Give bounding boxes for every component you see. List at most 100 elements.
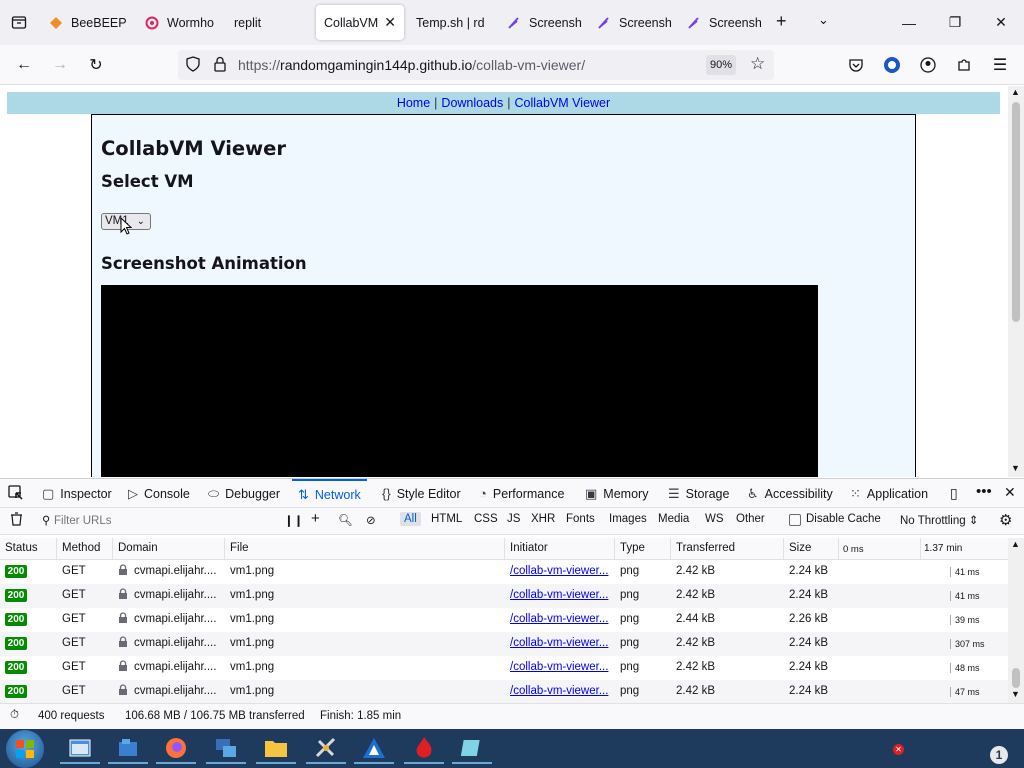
tab-wormhole[interactable]: Wormho xyxy=(144,5,224,40)
page-scrollbar[interactable]: ▲ ▼ xyxy=(1008,86,1024,477)
tab-screenshot-1[interactable]: Screensh xyxy=(506,5,586,40)
scrollbar-thumb[interactable] xyxy=(1012,668,1020,688)
filter-js[interactable]: JS xyxy=(507,513,520,525)
table-row[interactable]: 200 GET cvmapi.elijahr.... vm1.png/collab-v… xyxy=(0,680,1008,703)
network-scrollbar[interactable]: ▲ ▼ xyxy=(1008,538,1024,703)
nav-link-home[interactable]: Home xyxy=(397,96,430,110)
more-options-icon[interactable]: ••• xyxy=(976,483,992,500)
devtools-tab-storage[interactable]: ☰ Storage xyxy=(668,479,729,508)
devtools-tab-performance[interactable]: ◔ Performance xyxy=(479,479,564,508)
minimize-icon[interactable]: — xyxy=(886,0,932,45)
restore-icon[interactable]: ❐ xyxy=(932,0,978,45)
devtools-tab-style-editor[interactable]: {} Style Editor xyxy=(382,479,461,508)
search-icon[interactable]: 🔍︎ xyxy=(338,513,353,527)
col-type[interactable]: Type xyxy=(620,542,645,554)
tab-screenshot-3[interactable]: Screensh xyxy=(686,5,766,40)
zoom-level[interactable]: 90% xyxy=(706,55,737,75)
nav-link-downloads[interactable]: Downloads xyxy=(441,96,503,110)
taskbar-network-app-icon[interactable] xyxy=(206,733,246,764)
cell-initiator[interactable]: /collab-vm-viewer... xyxy=(510,613,610,625)
tab-screenshot-2[interactable]: Screensh xyxy=(596,5,676,40)
forward-icon[interactable]: → xyxy=(46,51,74,79)
devtools-tab-inspector[interactable]: ▢ Inspector xyxy=(42,479,112,508)
filter-fonts[interactable]: Fonts xyxy=(566,513,595,525)
devtools-tab-memory[interactable]: ▣ Memory xyxy=(585,479,648,508)
scroll-up-icon[interactable]: ▲ xyxy=(1011,539,1020,549)
col-file[interactable]: File xyxy=(230,542,249,554)
window-close-icon[interactable]: ✕ xyxy=(978,0,1024,45)
add-icon[interactable]: + xyxy=(311,510,320,527)
devtools-tab-accessibility[interactable]: ♿ Accessibility xyxy=(747,479,833,508)
cell-initiator[interactable]: /collab-vm-viewer... xyxy=(510,637,610,649)
new-tab-icon[interactable]: + xyxy=(776,11,787,32)
filter-media[interactable]: Media xyxy=(658,513,689,525)
nav-link-viewer[interactable]: CollabVM Viewer xyxy=(515,96,611,110)
url-text[interactable]: https://randomgamingin144p.github.io/col… xyxy=(238,57,585,73)
devtools-tab-debugger[interactable]: ⬭ Debugger xyxy=(208,479,280,508)
col-size[interactable]: Size xyxy=(789,542,811,554)
notification-count-badge[interactable]: 1 xyxy=(990,746,1008,764)
filter-urls-input[interactable] xyxy=(54,511,264,530)
col-transferred[interactable]: Transferred xyxy=(676,542,735,554)
taskbar-folder-icon[interactable] xyxy=(256,733,296,764)
table-row[interactable]: 200 GET cvmapi.elijahr.... vm1.png/collab-v… xyxy=(0,608,1008,632)
account-icon[interactable] xyxy=(914,51,942,79)
col-method[interactable]: Method xyxy=(62,542,100,554)
taskbar-window-app-icon[interactable] xyxy=(452,733,492,764)
disable-cache-checkbox[interactable] xyxy=(789,514,801,526)
lock-icon[interactable] xyxy=(214,56,226,75)
table-row[interactable]: 200 GET cvmapi.elijahr.... vm1.png/collab-v… xyxy=(0,560,1008,584)
col-initiator[interactable]: Initiator xyxy=(510,542,548,554)
settings-gear-icon[interactable]: ⚙ xyxy=(999,511,1012,529)
filter-html[interactable]: HTML xyxy=(431,513,462,525)
taskbar-app-window-icon[interactable] xyxy=(60,733,100,764)
shield-icon[interactable] xyxy=(186,56,200,75)
filter-other[interactable]: Other xyxy=(736,513,765,525)
devtools-tab-network[interactable]: ⇅ Network xyxy=(292,479,367,508)
taskbar-explorer-icon[interactable] xyxy=(108,733,148,764)
extension-globe-icon[interactable] xyxy=(878,51,906,79)
tab-overview-icon[interactable] xyxy=(10,13,28,31)
taskbar-triangle-app-icon[interactable] xyxy=(354,733,394,764)
taskbar-firefox-icon[interactable] xyxy=(156,733,196,764)
cell-initiator[interactable]: /collab-vm-viewer... xyxy=(510,565,610,577)
table-row[interactable]: 200 GET cvmapi.elijahr.... vm1.png/collab-v… xyxy=(0,656,1008,680)
cell-initiator[interactable]: /collab-vm-viewer... xyxy=(510,589,610,601)
devtools-tab-console[interactable]: ▷ Console xyxy=(128,479,190,508)
devtools-tab-application[interactable]: ⁙ Application xyxy=(850,479,928,508)
tab-tempsh[interactable]: Temp.sh | rd xyxy=(416,5,488,40)
tab-replit[interactable]: replit xyxy=(234,5,306,40)
start-button[interactable] xyxy=(6,730,44,768)
scroll-up-icon[interactable]: ▲ xyxy=(1011,87,1020,97)
taskbar-flame-app-icon[interactable] xyxy=(404,733,444,764)
table-row[interactable]: 200 GET cvmapi.elijahr.... vm1.png/collab-v… xyxy=(0,584,1008,608)
scroll-down-icon[interactable]: ▼ xyxy=(1011,689,1020,699)
tab-beebeep[interactable]: BeeBEEP xyxy=(48,5,138,40)
pause-icon[interactable]: ❙❙ xyxy=(284,513,303,527)
close-devtools-icon[interactable]: ✕ xyxy=(1004,484,1016,501)
extensions-puzzle-icon[interactable] xyxy=(950,51,978,79)
taskbar-tools-icon[interactable] xyxy=(306,733,346,764)
notification-error-icon[interactable]: ✕ xyxy=(893,744,904,755)
scroll-down-icon[interactable]: ▼ xyxy=(1011,463,1020,473)
pocket-icon[interactable] xyxy=(842,51,870,79)
responsive-design-icon[interactable]: ▯ xyxy=(950,485,958,502)
scrollbar-thumb[interactable] xyxy=(1012,102,1020,322)
element-picker-icon[interactable] xyxy=(8,485,24,504)
close-tab-icon[interactable]: ✕ xyxy=(384,14,396,31)
menu-hamburger-icon[interactable]: ☰ xyxy=(986,51,1014,79)
filter-css[interactable]: CSS xyxy=(474,513,498,525)
filter-ws[interactable]: WS xyxy=(705,513,724,525)
reload-icon[interactable]: ↻ xyxy=(82,51,110,79)
trash-icon[interactable] xyxy=(10,512,23,529)
filter-all[interactable]: All xyxy=(400,512,421,526)
filter-images[interactable]: Images xyxy=(609,513,647,525)
table-row[interactable]: 200 GET cvmapi.elijahr.... vm1.png/collab-v… xyxy=(0,632,1008,656)
col-domain[interactable]: Domain xyxy=(118,542,158,554)
filter-xhr[interactable]: XHR xyxy=(531,513,555,525)
cell-initiator[interactable]: /collab-vm-viewer... xyxy=(510,661,610,673)
throttling-select[interactable]: No Throttling ⇕ xyxy=(900,513,978,527)
tab-collabvm[interactable]: CollabVM ✕ xyxy=(316,5,404,40)
url-bar[interactable]: https://randomgamingin144p.github.io/col… xyxy=(178,50,774,80)
tab-list-chevron-icon[interactable]: ⌄ xyxy=(818,12,829,28)
